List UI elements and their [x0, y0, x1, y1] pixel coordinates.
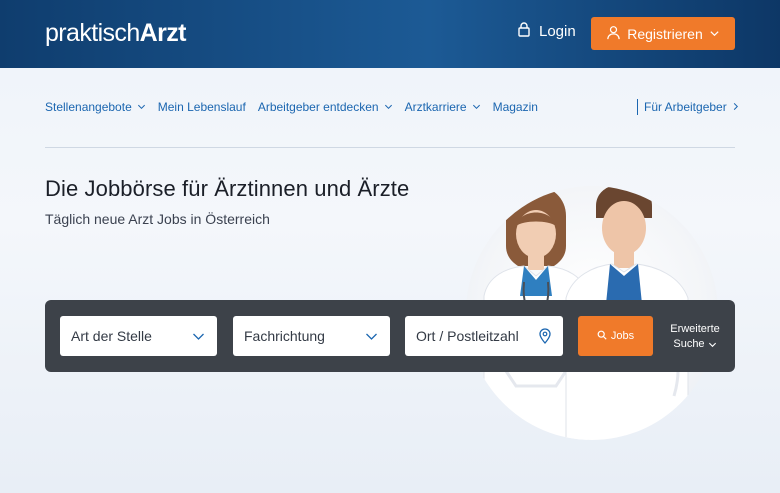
job-type-placeholder: Art der Stelle — [71, 328, 152, 344]
nav-item-label: Mein Lebenslauf — [157, 100, 246, 114]
logo-text-light: praktisch — [45, 19, 140, 47]
map-pin-icon[interactable] — [538, 328, 552, 344]
nav-item-stellenangebote[interactable]: Stellenangebote — [45, 100, 146, 114]
job-type-select[interactable]: Art der Stelle — [60, 316, 217, 356]
chevron-right-icon — [731, 100, 740, 114]
register-label: Registrieren — [627, 25, 703, 42]
nav-item-lebenslauf[interactable]: Mein Lebenslauf — [158, 100, 246, 114]
login-label: Login — [539, 22, 576, 40]
chevron-down-icon — [472, 100, 481, 114]
hero-title: Die Jobbörse für Ärztinnen und Ärzte — [45, 176, 410, 201]
for-employers-link[interactable]: Für Arbeitgeber — [637, 99, 740, 115]
location-input[interactable]: Ort / Postleitzahl — [405, 316, 563, 356]
search-icon — [597, 330, 607, 343]
nav-item-magazin[interactable]: Magazin — [493, 100, 538, 114]
nav-item-arztkarriere[interactable]: Arztkarriere — [405, 100, 481, 114]
main-navigation: Stellenangebote Mein Lebenslauf Arbeitge… — [45, 98, 538, 116]
login-button[interactable]: Login — [516, 20, 576, 42]
advanced-search-line2: Suche — [673, 338, 705, 350]
search-jobs-button[interactable]: Jobs — [578, 316, 653, 356]
for-employers-label: Für Arbeitgeber — [644, 100, 727, 114]
nav-divider — [45, 147, 735, 148]
search-jobs-label: Jobs — [610, 330, 635, 342]
advanced-search-line1: Erweiterte — [670, 323, 720, 335]
specialty-placeholder: Fachrichtung — [244, 328, 325, 344]
location-placeholder: Ort / Postleitzahl — [416, 328, 519, 344]
chevron-down-icon — [709, 26, 720, 42]
nav-item-arbeitgeber[interactable]: Arbeitgeber entdecken — [258, 100, 393, 114]
advanced-search-toggle[interactable]: Erweiterte Suche — [663, 322, 727, 352]
lock-icon — [516, 21, 532, 41]
hero-subtitle: Täglich neue Arzt Jobs in Österreich — [45, 211, 270, 227]
specialty-select[interactable]: Fachrichtung — [233, 316, 390, 356]
chevron-down-icon — [384, 100, 393, 114]
nav-item-label: Magazin — [492, 100, 538, 114]
logo-text-bold: Arzt — [139, 19, 187, 47]
nav-item-label: Arbeitgeber entdecken — [257, 100, 379, 114]
job-search-bar: Art der Stelle Fachrichtung Ort / Postle… — [45, 300, 735, 372]
nav-item-label: Stellenangebote — [45, 100, 132, 114]
chevron-down-icon — [708, 338, 717, 350]
chevron-down-icon — [192, 330, 205, 343]
praktischarzt-logo[interactable]: praktischArzt — [45, 18, 186, 48]
register-button[interactable]: Registrieren — [591, 17, 735, 50]
top-header: praktischArzt Login Registrieren — [0, 0, 780, 68]
user-icon — [606, 25, 621, 43]
chevron-down-icon — [137, 100, 146, 114]
nav-item-label: Arztkarriere — [404, 100, 467, 114]
chevron-down-icon — [365, 330, 378, 343]
